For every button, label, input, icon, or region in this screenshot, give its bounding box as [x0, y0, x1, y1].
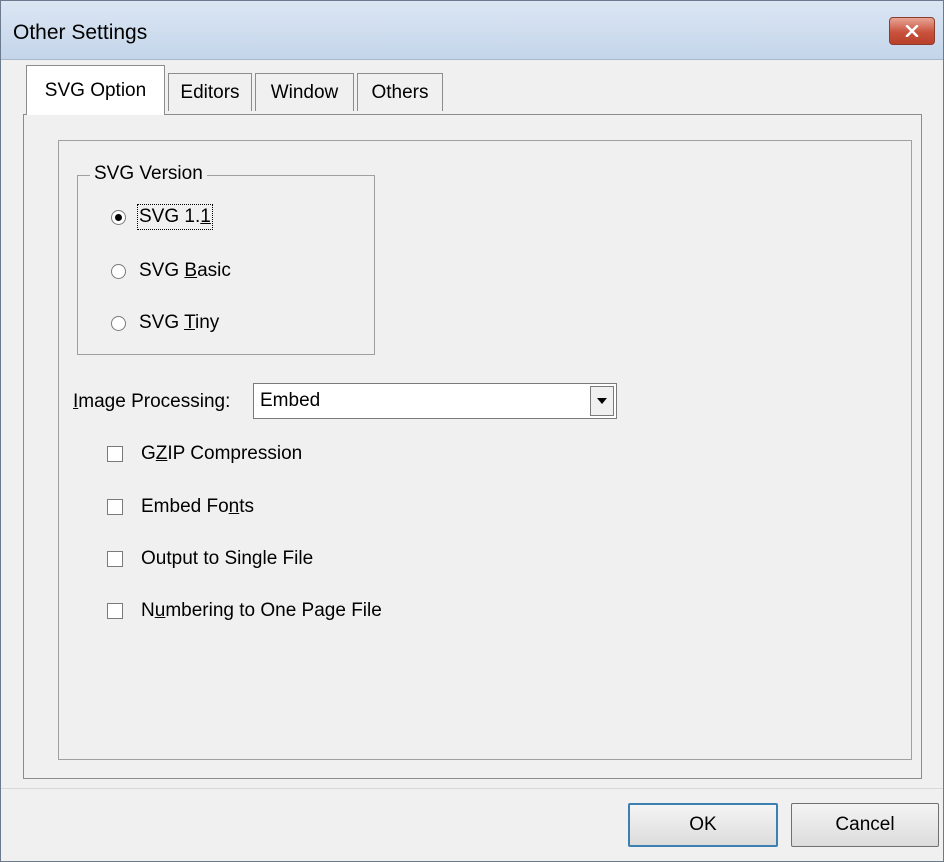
- checkbox-gzip-label: GZIP Compression: [141, 443, 303, 464]
- checkbox-output-single-file[interactable]: Output to Single File: [107, 548, 313, 570]
- checkbox-gzip-compression[interactable]: GZIP Compression: [107, 443, 302, 465]
- tab-others-label: Others: [371, 81, 429, 103]
- ok-button-label: OK: [689, 814, 717, 835]
- svg-version-legend: SVG Version: [90, 163, 207, 185]
- tab-editors-label: Editors: [180, 81, 240, 103]
- tab-window[interactable]: Window: [255, 73, 354, 111]
- chevron-down-icon: [597, 398, 607, 404]
- radio-svg-tiny-label: SVG Tiny: [139, 312, 220, 333]
- image-processing-value: Embed: [260, 390, 321, 411]
- radio-button[interactable]: [111, 263, 126, 279]
- window-title: Other Settings: [13, 21, 148, 44]
- close-button[interactable]: [889, 17, 935, 45]
- checkbox-output-single-file-label: Output to Single File: [141, 548, 314, 569]
- tab-editors[interactable]: Editors: [168, 73, 252, 111]
- radio-svg-tiny[interactable]: SVG Tiny: [111, 312, 219, 334]
- checkbox-box[interactable]: [107, 499, 123, 515]
- checkbox-embed-fonts-label: Embed Fonts: [141, 496, 255, 517]
- image-processing-select[interactable]: Embed: [253, 383, 617, 419]
- checkbox-numbering-one-page[interactable]: Numbering to One Page File: [107, 600, 382, 622]
- radio-svg-basic-label: SVG Basic: [139, 260, 231, 281]
- tab-svg-option-label: SVG Option: [44, 79, 147, 101]
- title-bar[interactable]: Other Settings: [1, 1, 943, 60]
- checkbox-embed-fonts[interactable]: Embed Fonts: [107, 496, 254, 518]
- close-icon: [905, 25, 919, 37]
- dropdown-arrow-button[interactable]: [590, 386, 614, 416]
- dialog-window: Other Settings SVG Option Editors Window…: [0, 0, 944, 862]
- radio-dot: [115, 213, 122, 221]
- radio-button[interactable]: [111, 315, 126, 331]
- cancel-button-label: Cancel: [835, 814, 895, 835]
- checkbox-box[interactable]: [107, 551, 123, 567]
- radio-button-selected[interactable]: [111, 209, 126, 225]
- ok-button[interactable]: OK: [628, 803, 778, 847]
- footer-divider: [1, 788, 943, 789]
- tab-window-label: Window: [270, 81, 339, 103]
- tab-others[interactable]: Others: [357, 73, 443, 111]
- cancel-button[interactable]: Cancel: [791, 803, 939, 847]
- checkbox-numbering-label: Numbering to One Page File: [141, 600, 382, 621]
- radio-svg-1-1-label: SVG 1.1: [137, 204, 213, 230]
- image-processing-label: Image Processing:: [73, 391, 231, 412]
- tab-svg-option[interactable]: SVG Option: [26, 65, 165, 115]
- checkbox-box[interactable]: [107, 603, 123, 619]
- radio-svg-1-1[interactable]: SVG 1.1: [111, 204, 213, 230]
- radio-svg-basic[interactable]: SVG Basic: [111, 260, 231, 282]
- checkbox-box[interactable]: [107, 446, 123, 462]
